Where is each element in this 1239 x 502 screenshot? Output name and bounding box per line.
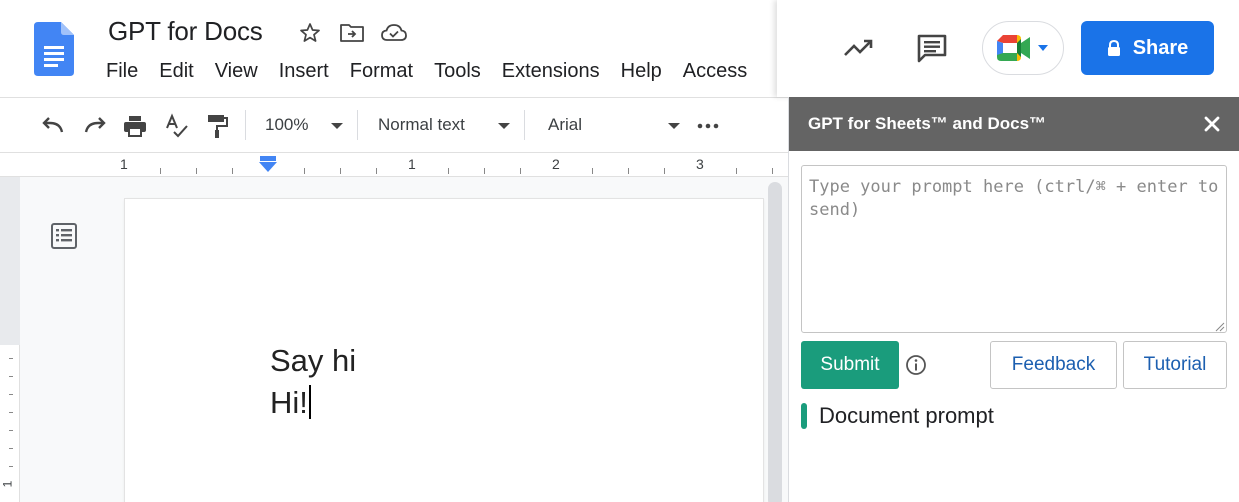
ruler-label: 2 [552, 156, 560, 172]
font-dropdown-icon[interactable] [668, 123, 680, 129]
menu-help[interactable]: Help [621, 60, 662, 83]
menu-format[interactable]: Format [350, 60, 413, 83]
header-actions: Share [777, 0, 1239, 97]
vertical-scrollbar[interactable] [768, 182, 782, 502]
ruler-tick [9, 358, 13, 359]
ruler-tick [592, 168, 593, 174]
cloud-saved-icon[interactable] [380, 20, 408, 46]
sidebar-header: GPT for Sheets™ and Docs™ [789, 97, 1239, 151]
title-actions [296, 20, 408, 46]
menu-extensions[interactable]: Extensions [502, 60, 600, 83]
vertical-ruler[interactable]: 1 [0, 177, 20, 502]
document-page[interactable]: Say hi Hi! [125, 199, 763, 502]
google-meet-icon [997, 35, 1030, 61]
prompt-input[interactable] [801, 165, 1227, 333]
ruler-tick [196, 168, 197, 174]
ruler-tick [772, 168, 773, 174]
document-prompt-section[interactable]: Document prompt [801, 403, 994, 429]
sidebar-title: GPT for Sheets™ and Docs™ [808, 114, 1047, 133]
document-canvas: 1 Say hi Hi! [0, 177, 790, 502]
section-label: Document prompt [819, 403, 994, 428]
share-button[interactable]: Share [1081, 21, 1214, 75]
comments-icon[interactable] [914, 30, 950, 66]
document-outline-icon[interactable] [50, 222, 78, 250]
ruler-tick [376, 168, 377, 174]
ruler-tick [664, 168, 665, 174]
ruler-tick [232, 168, 233, 174]
menu-bar: File Edit View Insert Format Tools Exten… [106, 60, 747, 83]
first-line-indent-handle[interactable] [260, 156, 276, 161]
ruler-tick [304, 168, 305, 174]
tutorial-button[interactable]: Tutorial [1123, 341, 1227, 389]
chevron-down-icon [1038, 45, 1048, 51]
toolbar-divider [357, 110, 358, 140]
section-accent-bar [801, 403, 807, 429]
toolbar-divider [245, 110, 246, 140]
info-icon[interactable] [905, 354, 927, 376]
horizontal-ruler[interactable]: 1 1 2 3 [0, 153, 790, 177]
ruler-tick [736, 168, 737, 174]
more-options-icon[interactable] [693, 112, 723, 140]
ruler-tick [9, 412, 13, 413]
redo-icon[interactable] [80, 112, 110, 140]
ruler-tick [9, 394, 13, 395]
menu-view[interactable]: View [215, 60, 258, 83]
ruler-tick [160, 168, 161, 174]
menu-accessibility[interactable]: Access [683, 60, 747, 83]
document-text-line[interactable]: Hi! [270, 385, 308, 420]
ruler-tick [9, 448, 13, 449]
text-cursor [308, 385, 311, 419]
paragraph-style-select[interactable]: Normal text [378, 115, 465, 135]
document-text-line[interactable]: Say hi [270, 343, 356, 379]
docs-logo-icon[interactable] [34, 22, 74, 76]
zoom-dropdown-icon[interactable] [331, 123, 343, 129]
formatting-toolbar: 100% Normal text Arial [0, 97, 790, 153]
ruler-tick [520, 168, 521, 174]
feedback-button[interactable]: Feedback [990, 341, 1117, 389]
zoom-select[interactable]: 100% [265, 115, 308, 135]
menu-tools[interactable]: Tools [434, 60, 481, 83]
style-dropdown-icon[interactable] [498, 123, 510, 129]
app-window: GPT for Docs File Edit View Insert Forma… [0, 0, 1239, 502]
menu-insert[interactable]: Insert [279, 60, 329, 83]
left-indent-handle[interactable] [259, 162, 277, 172]
ruler-tick [484, 168, 485, 174]
toolbar-divider [524, 110, 525, 140]
ruler-tick [9, 466, 13, 467]
ruler-label: 1 [408, 156, 416, 172]
move-folder-icon[interactable] [338, 20, 366, 46]
ruler-tick [448, 168, 449, 174]
resize-handle-icon[interactable] [1215, 322, 1225, 332]
lock-icon [1107, 39, 1120, 56]
ruler-label: 1 [120, 156, 128, 172]
paint-format-icon[interactable] [202, 112, 232, 140]
activity-trend-icon[interactable] [841, 30, 877, 66]
ruler-tick [340, 168, 341, 174]
star-icon[interactable] [296, 20, 324, 46]
spellcheck-icon[interactable] [162, 112, 192, 140]
vertical-ruler-margin [0, 177, 20, 345]
menu-edit[interactable]: Edit [159, 60, 193, 83]
font-select[interactable]: Arial [548, 115, 582, 135]
share-label: Share [1132, 36, 1189, 59]
menu-file[interactable]: File [106, 60, 138, 83]
document-text-line-with-cursor[interactable]: Hi! [270, 385, 311, 421]
print-icon[interactable] [120, 112, 150, 140]
close-icon[interactable] [1199, 111, 1225, 137]
ruler-tick [9, 430, 13, 431]
ruler-label: 3 [696, 156, 704, 172]
ruler-tick [9, 376, 13, 377]
meet-button[interactable] [982, 21, 1064, 75]
undo-icon[interactable] [38, 112, 68, 140]
submit-button[interactable]: Submit [801, 341, 899, 389]
ruler-tick [628, 168, 629, 174]
vertical-ruler-label: 1 [0, 480, 15, 488]
document-title[interactable]: GPT for Docs [108, 16, 263, 47]
gpt-sidebar: GPT for Sheets™ and Docs™ Submit Feedbac… [788, 97, 1239, 502]
